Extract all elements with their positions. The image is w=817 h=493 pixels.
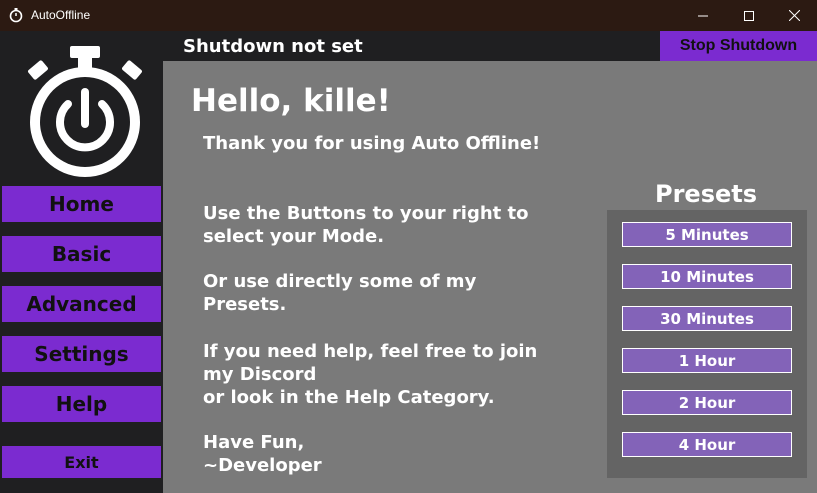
sidebar: Home Basic Advanced Settings Help Exit [0,31,163,493]
exit-button[interactable]: Exit [2,446,161,478]
stop-shutdown-button[interactable]: Stop Shutdown [660,31,817,61]
stopwatch-power-icon [28,46,142,177]
maximize-icon [744,10,754,21]
presets-panel: 5 Minutes 10 Minutes 30 Minutes 1 Hour 2… [607,210,807,478]
text-line: Or use directly some of my [203,271,477,292]
sidebar-item-help[interactable]: Help [2,386,161,422]
sidebar-item-settings[interactable]: Settings [2,336,161,372]
info-paragraph-mode: Use the Buttons to your right to select … [203,202,529,248]
greeting-heading: Hello, kille! [191,83,391,119]
text-line: Use the Buttons to your right to [203,203,529,224]
minimize-button[interactable] [680,0,726,31]
sidebar-item-home[interactable]: Home [2,186,161,222]
text-line: or look in the Help Category. [203,387,495,408]
preset-4-hour-button[interactable]: 4 Hour [622,432,792,457]
info-paragraph-presets: Or use directly some of my Presets. [203,270,476,316]
text-line: If you need help, feel free to join [203,341,538,362]
close-button[interactable] [771,0,817,31]
preset-5-minutes-button[interactable]: 5 Minutes [622,222,792,247]
preset-1-hour-button[interactable]: 1 Hour [622,348,792,373]
main-content: Hello, kille! Thank you for using Auto O… [163,61,817,493]
title-bar: AutoOffline [0,0,817,31]
shutdown-status: Shutdown not set [183,36,363,57]
text-line: ~Developer [203,455,322,476]
app-stopwatch-icon [9,8,23,23]
maximize-button[interactable] [726,0,772,31]
status-header: Shutdown not set Stop Shutdown [163,31,817,61]
sidebar-item-advanced[interactable]: Advanced [2,286,161,322]
close-icon [788,10,800,21]
text-line: Have Fun, [203,432,305,453]
preset-30-minutes-button[interactable]: 30 Minutes [622,306,792,331]
text-line: my Discord [203,364,317,385]
minimize-icon [698,15,708,16]
text-line: select your Mode. [203,226,385,247]
sidebar-item-basic[interactable]: Basic [2,236,161,272]
thanks-text: Thank you for using Auto Offline! [203,133,541,154]
preset-2-hour-button[interactable]: 2 Hour [622,390,792,415]
window-title: AutoOffline [31,8,91,22]
preset-10-minutes-button[interactable]: 10 Minutes [622,264,792,289]
info-paragraph-signoff: Have Fun, ~Developer [203,431,322,477]
presets-heading: Presets [655,180,758,208]
info-paragraph-help: If you need help, feel free to join my D… [203,340,537,409]
text-line: Presets. [203,294,287,315]
